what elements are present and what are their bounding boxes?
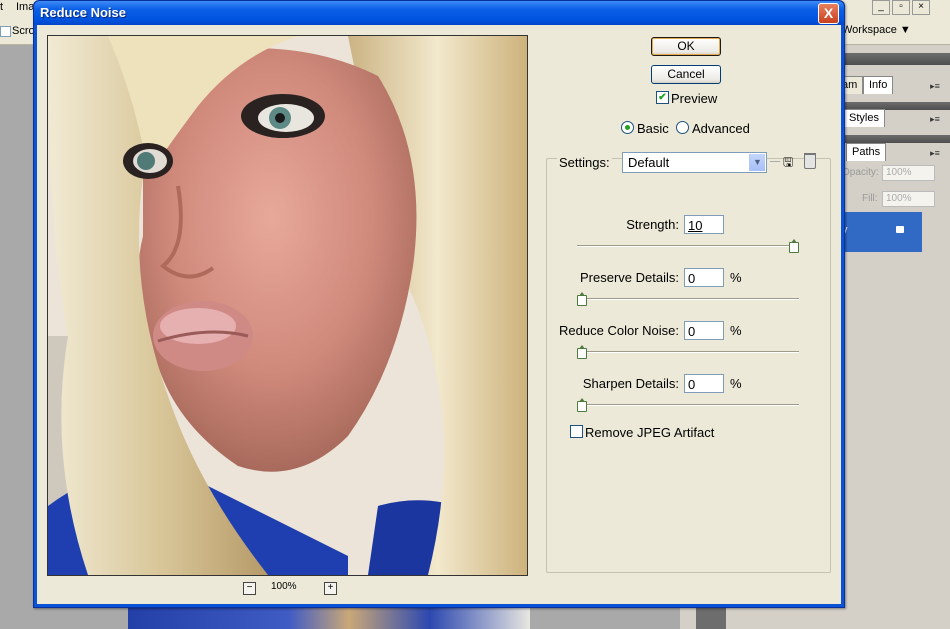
- app-window-controls: _ ▫ ×: [870, 0, 950, 15]
- fill-field[interactable]: 100%: [882, 191, 935, 207]
- slider-track[interactable]: [577, 404, 799, 406]
- dialog-titlebar[interactable]: Reduce Noise X: [34, 1, 844, 25]
- slider-thumb[interactable]: [577, 398, 587, 412]
- menu-item-image[interactable]: Ima: [16, 1, 34, 13]
- fill-label: Fill:: [862, 193, 878, 204]
- control-label: Reduce Color Noise:: [559, 323, 679, 338]
- preview-label: Preview: [671, 91, 718, 106]
- ok-button[interactable]: OK: [651, 37, 721, 56]
- save-preset-icon[interactable]: 🖫: [783, 153, 797, 169]
- reduce-noise-dialog: Reduce Noise X − 100% + OK Cancel ✔ Prev…: [33, 0, 845, 608]
- tab-paths[interactable]: Paths: [846, 143, 887, 161]
- percent-unit: %: [730, 323, 742, 338]
- percent-unit: %: [730, 270, 742, 285]
- remove-jpeg-artifact-checkbox[interactable]: [570, 425, 583, 438]
- percent-unit: %: [730, 376, 742, 391]
- control-value-field[interactable]: 0: [684, 374, 724, 393]
- tab-styles[interactable]: Styles: [843, 109, 885, 127]
- panel-menu-icon[interactable]: ▸≡: [928, 114, 942, 126]
- workspace-menu[interactable]: Workspace ▼: [842, 24, 911, 36]
- control-value-field[interactable]: 10: [684, 215, 724, 234]
- preview-image[interactable]: [47, 35, 528, 576]
- control-label: Sharpen Details:: [582, 376, 679, 391]
- opacity-field[interactable]: 100%: [882, 165, 935, 181]
- control-label: Preserve Details:: [580, 270, 679, 285]
- trash-icon[interactable]: [804, 153, 816, 169]
- panel-header: [840, 135, 950, 143]
- menu-item[interactable]: t: [0, 1, 3, 13]
- preview-photo: [48, 36, 527, 575]
- slider-thumb[interactable]: [577, 292, 587, 306]
- control-value-field[interactable]: 0: [684, 321, 724, 340]
- document-image-edge: [128, 607, 530, 629]
- close-app-icon[interactable]: ×: [912, 0, 930, 15]
- zoom-in-button[interactable]: +: [324, 582, 337, 595]
- preview-checkbox[interactable]: ✔: [656, 91, 669, 104]
- restore-icon[interactable]: ▫: [892, 0, 910, 15]
- settings-value: Default: [628, 155, 670, 170]
- minimize-icon[interactable]: _: [872, 0, 890, 15]
- scroll-all-checkbox[interactable]: [0, 26, 11, 37]
- dialog-body: − 100% + OK Cancel ✔ Preview Basic Advan…: [37, 25, 841, 604]
- slider-track[interactable]: [577, 245, 799, 247]
- layer-row-selected[interactable]: y: [840, 212, 922, 252]
- basic-label: Basic: [637, 121, 669, 136]
- lock-icon: [896, 226, 904, 233]
- zoom-level: 100%: [271, 581, 297, 592]
- panel-menu-icon[interactable]: ▸≡: [928, 148, 942, 160]
- basic-radio[interactable]: [621, 121, 634, 134]
- opacity-label: Opacity:: [842, 167, 879, 178]
- slider-track[interactable]: [577, 351, 799, 353]
- remove-jpeg-artifact-label: Remove JPEG Artifact: [585, 425, 715, 440]
- advanced-radio[interactable]: [676, 121, 689, 134]
- dialog-title: Reduce Noise: [40, 5, 126, 20]
- panel-well-header: [840, 53, 950, 65]
- cancel-button[interactable]: Cancel: [651, 65, 721, 84]
- slider-thumb[interactable]: [577, 345, 587, 359]
- settings-dropdown[interactable]: Default ▼: [622, 152, 767, 173]
- zoom-out-button[interactable]: −: [243, 582, 256, 595]
- chevron-down-icon[interactable]: ▼: [749, 154, 765, 171]
- tab-info[interactable]: Info: [863, 76, 894, 94]
- control-value-field[interactable]: 0: [684, 268, 724, 287]
- control-label: Strength:: [626, 217, 679, 232]
- close-icon: X: [823, 5, 834, 21]
- settings-label: Settings:: [557, 155, 612, 170]
- advanced-label: Advanced: [692, 121, 750, 136]
- close-button[interactable]: X: [818, 3, 839, 24]
- panel-menu-icon[interactable]: ▸≡: [928, 81, 942, 93]
- slider-thumb[interactable]: [789, 239, 799, 253]
- settings-divider: [770, 161, 780, 162]
- slider-track[interactable]: [577, 298, 799, 300]
